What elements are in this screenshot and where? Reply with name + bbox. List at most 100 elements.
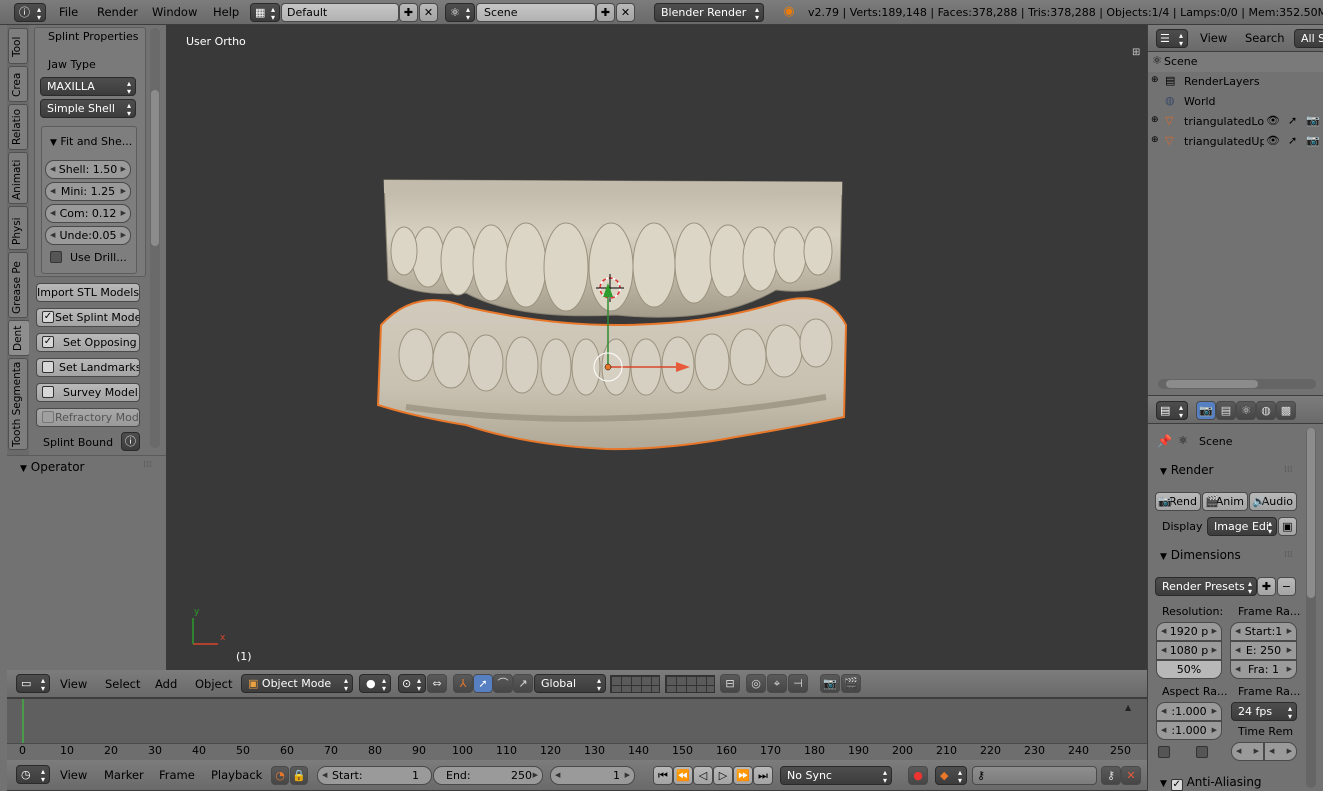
scene-context-icon[interactable]: ⚛	[1236, 401, 1256, 420]
timeline-scroll-up-icon[interactable]: ▲	[1125, 703, 1131, 712]
resolution-y-field[interactable]: ◀ 1080 p ▶	[1156, 641, 1222, 660]
layers-grid-right[interactable]	[665, 675, 715, 693]
manipulator-translate-icon[interactable]: ⅄	[453, 674, 473, 693]
end-frame-field[interactable]: End: 250 ▶	[433, 766, 543, 785]
selectable-cursor-icon[interactable]: ➚	[1288, 114, 1297, 127]
shell-type-select[interactable]: Simple Shell ▴ ▾	[40, 99, 136, 118]
drag-handle-icon[interactable]: ⁞⁞⁞	[1284, 465, 1293, 475]
outliner-row-triangulated-lower[interactable]: ⊕ ▽ triangulatedLov 👁 ➚ 📷	[1148, 112, 1323, 132]
outliner-horizontal-scrollbar[interactable]	[1158, 379, 1316, 389]
survey-model-button[interactable]: Survey Model	[36, 383, 140, 402]
editor-type-outliner-button[interactable]: ☰ ▴ ▾	[1156, 29, 1188, 48]
viewport-menu-add[interactable]: Add	[155, 672, 177, 696]
render-still-button[interactable]: 📷 Rend	[1155, 492, 1201, 511]
timeline-menu-playback[interactable]: Playback	[211, 763, 262, 787]
drag-handle-icon[interactable]: ⁞⁞⁞	[143, 460, 152, 470]
viewport-shading-select[interactable]: ● ▴ ▾	[359, 674, 391, 693]
transform-orientation-select[interactable]: Global ▴ ▾	[534, 674, 606, 693]
pivot-point-select[interactable]: ⊙ ▴ ▾	[398, 674, 426, 693]
menu-file[interactable]: File	[59, 0, 78, 24]
use-drill-checkbox[interactable]	[50, 251, 62, 263]
preview-range-icon[interactable]: ◔	[271, 766, 289, 785]
render-context-icon[interactable]: 📷	[1196, 401, 1216, 420]
timeline-menu-marker[interactable]: Marker	[104, 763, 144, 787]
pin-icon[interactable]: 📌	[1157, 434, 1172, 448]
timeline-ruler[interactable]	[7, 743, 1147, 760]
time-remap-old-field[interactable]: ◀ ▶	[1231, 742, 1264, 761]
remove-preset-button[interactable]: −	[1277, 577, 1296, 596]
outliner-menu-search[interactable]: Search	[1245, 26, 1285, 50]
viewport-menu-object[interactable]: Object	[195, 672, 232, 696]
crop-checkbox[interactable]	[1196, 746, 1208, 758]
keying-set-icon[interactable]: ◆ ▴ ▾	[935, 766, 967, 785]
tab-grease-pencil[interactable]: Grease Pe	[8, 252, 28, 318]
aspect-y-field[interactable]: ◀:1.000 ▶	[1156, 721, 1222, 740]
tab-animation[interactable]: Animati	[8, 152, 28, 204]
jump-start-icon[interactable]: ⏮	[653, 766, 673, 785]
render-audio-button[interactable]: 🔊 Audio	[1249, 492, 1297, 511]
expand-plus-icon[interactable]: ⊕	[1151, 115, 1159, 125]
tab-create[interactable]: Crea	[8, 66, 28, 102]
tab-relations[interactable]: Relatio	[8, 104, 28, 150]
display-toggle-icon[interactable]: ▣	[1278, 517, 1297, 536]
manipulator-extra-icon[interactable]: ↗	[513, 674, 533, 693]
lock-layers-icon[interactable]: ⊟	[720, 674, 740, 693]
refractory-model-button[interactable]: Refractory Model	[36, 408, 140, 427]
start-frame-field[interactable]: ◀ Start: 1	[317, 766, 432, 785]
time-remap-new-field[interactable]: ◀ ▶	[1264, 742, 1297, 761]
tab-physics[interactable]: Physi	[8, 206, 28, 250]
play-reverse-icon[interactable]: ◁	[693, 766, 713, 785]
add-scene-button[interactable]: ✚	[596, 3, 615, 22]
set-splint-model-button[interactable]: ✓ Set Splint Model	[36, 308, 140, 327]
tab-tooth-segmentation[interactable]: Tooth Segmenta	[8, 358, 28, 450]
renderable-camera-icon[interactable]: 📷	[1306, 134, 1320, 147]
tab-tool[interactable]: Tool	[8, 28, 28, 64]
snap-element-icon[interactable]: ⊣	[788, 674, 808, 693]
jump-end-icon[interactable]: ⏭	[753, 766, 773, 785]
scene-icon-button[interactable]: ⚛ ▴ ▾	[445, 3, 475, 22]
resolution-x-field[interactable]: ◀ 1920 p ▶	[1156, 622, 1222, 641]
proportional-edit-icon[interactable]: ◎	[746, 674, 766, 693]
outliner-filter-select[interactable]: All S	[1294, 29, 1323, 48]
expand-plus-icon[interactable]: ⊕	[1151, 135, 1159, 145]
delete-keyframe-icon[interactable]: ✕	[1121, 766, 1141, 785]
lower-jaw-model[interactable]	[376, 297, 848, 451]
texture-context-icon[interactable]: ▩	[1276, 401, 1296, 420]
mini-field[interactable]: ◀ Mini: 1.25 ▶	[45, 182, 131, 201]
outliner-row-renderlayers[interactable]: ⊕ ▤ RenderLayers	[1148, 72, 1323, 92]
add-preset-button[interactable]: ✚	[1257, 577, 1276, 596]
delete-screen-button[interactable]: ✕	[419, 3, 438, 22]
timeline-area[interactable]: ▲	[7, 698, 1147, 760]
properties-scrollbar[interactable]	[1306, 428, 1316, 788]
timeline-menu-frame[interactable]: Frame	[159, 763, 195, 787]
current-frame-field[interactable]: ◀ 1 ▶	[550, 766, 635, 785]
drag-handle-icon[interactable]: ⁞⁞⁞	[1284, 550, 1293, 560]
render-still-icon[interactable]: 📷	[820, 674, 840, 693]
operator-panel-title[interactable]: ▼ Operator	[20, 460, 84, 474]
jump-next-keyframe-icon[interactable]: ⏩	[733, 766, 753, 785]
set-landmarks-button[interactable]: Set Landmarks	[36, 358, 140, 377]
display-select[interactable]: Image Edi ▴ ▾	[1207, 517, 1277, 536]
anti-aliasing-checkbox[interactable]: ✓	[1170, 779, 1183, 791]
renderable-camera-icon[interactable]: 📷	[1306, 114, 1320, 127]
snap-toggle-icon[interactable]: ⌖	[767, 674, 787, 693]
render-layers-context-icon[interactable]: ▤	[1216, 401, 1236, 420]
tab-dent[interactable]: Dent	[8, 320, 30, 356]
visibility-eye-icon[interactable]: 👁	[1266, 114, 1280, 127]
dimensions-panel-title[interactable]: ▼ Dimensions	[1160, 548, 1241, 562]
screen-layout-field[interactable]: Default	[281, 3, 399, 22]
screen-layout-icon-button[interactable]: ▦ ▴ ▾	[250, 3, 280, 22]
frame-rate-select[interactable]: 24 fps ▴ ▾	[1231, 702, 1297, 721]
resolution-percentage-field[interactable]: 50%	[1156, 660, 1222, 679]
add-screen-button[interactable]: ✚	[399, 3, 418, 22]
play-icon[interactable]: ▷	[713, 766, 733, 785]
import-stl-button[interactable]: Import STL Models	[36, 283, 140, 302]
outliner-row-scene[interactable]: ⚛ Scene	[1148, 52, 1323, 72]
shell-field[interactable]: ◀ Shell: 1.50 ▶	[45, 160, 131, 179]
selectable-cursor-icon[interactable]: ➚	[1288, 134, 1297, 147]
outliner-row-triangulated-upper[interactable]: ⊕ ▽ triangulatedUpp 👁 ➚ 📷	[1148, 132, 1323, 152]
set-opposing-button[interactable]: ✓ Set Opposing	[36, 333, 140, 352]
3d-viewport[interactable]: User Ortho (1) ⊞ x y	[166, 25, 1147, 670]
record-icon[interactable]: ●	[908, 766, 928, 785]
manipulator-scale-icon[interactable]: ⌒	[493, 674, 513, 693]
